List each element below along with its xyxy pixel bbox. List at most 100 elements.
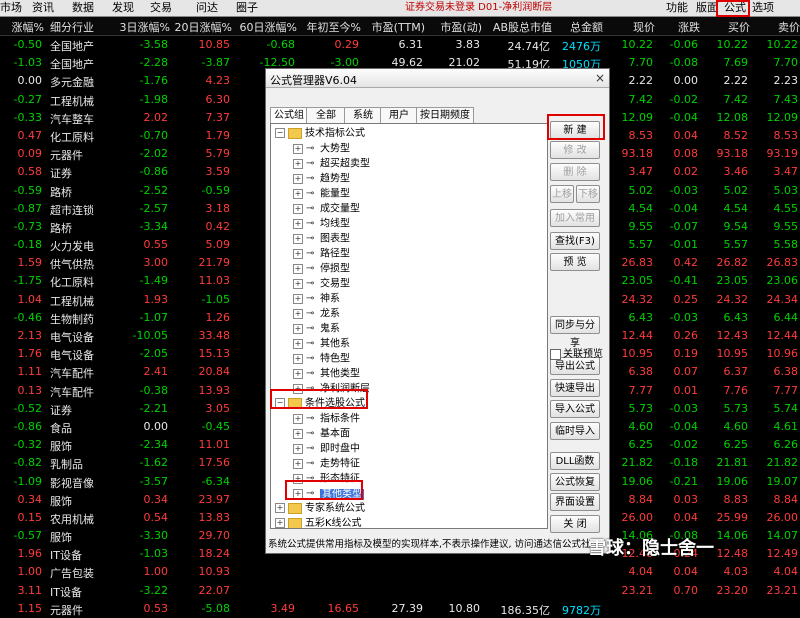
expand-icon[interactable]: + xyxy=(293,233,303,244)
button-16[interactable]: 关 闭 xyxy=(550,515,600,533)
close-icon[interactable]: × xyxy=(595,71,605,85)
tree-node[interactable]: − 技术指标公式 xyxy=(275,126,365,141)
expand-icon[interactable]: + xyxy=(293,263,303,274)
tab-0[interactable]: 公式组 xyxy=(270,107,308,124)
expand-icon[interactable]: + xyxy=(293,413,303,424)
expand-icon[interactable]: + xyxy=(293,323,303,334)
table-row[interactable]: -0.50 全国地产 -3.58 10.85 -0.68 0.29 6.31 3.83 24.7… xyxy=(0,36,800,54)
tab-4[interactable]: 按日期频度 xyxy=(416,107,474,123)
checkbox-icon[interactable] xyxy=(550,348,561,360)
tree-node[interactable]: + ⊸ 鬼系 xyxy=(293,321,340,336)
column-header[interactable]: 卖价 xyxy=(740,19,800,35)
column-header[interactable]: 细分行业 xyxy=(50,19,94,35)
expand-icon[interactable]: + xyxy=(293,353,303,364)
button-11[interactable]: 导入公式 xyxy=(550,400,600,418)
tab-3[interactable]: 用户 xyxy=(380,107,418,123)
tree-node[interactable]: + ⊸ 走势特征 xyxy=(293,456,360,471)
menu-item-right[interactable]: 选项 xyxy=(752,1,774,15)
tree-node[interactable]: + ⊸ 即时盘中 xyxy=(293,441,360,456)
column-header[interactable]: 3日涨幅% xyxy=(110,19,170,35)
tree-node[interactable]: + ⊸ 其他类型 xyxy=(293,366,360,381)
expand-icon[interactable]: + xyxy=(293,248,303,259)
tree-node[interactable]: + ⊸ 图表型 xyxy=(293,231,350,246)
button-1[interactable]: 修 改 xyxy=(550,141,600,159)
tree-node[interactable]: + ⊸ 大势型 xyxy=(293,141,350,156)
column-header[interactable]: 市盈(TTM) xyxy=(365,19,425,35)
tree-node[interactable]: + ⊸ 龙系 xyxy=(293,306,340,321)
column-header[interactable]: 涨幅% xyxy=(0,19,44,35)
formula-tree[interactable]: − 技术指标公式 + ⊸ 大势型 + ⊸ 超买超卖型 + ⊸ 趋势型 + ⊸ 能量型 + ⊸ 成交量型 + ⊸ 均线型… xyxy=(270,123,548,529)
expand-icon[interactable]: + xyxy=(293,308,303,319)
tree-node[interactable]: + ⊸ 能量型 xyxy=(293,186,350,201)
column-header[interactable]: 总金额 xyxy=(543,19,603,35)
tree-node[interactable]: + ⊸ 神系 xyxy=(293,291,340,306)
table-row[interactable]: 1.00 广告包装 1.00 10.93 4.04 0.04 4.03 4.04 xyxy=(0,563,800,581)
tree-node[interactable]: + ⊸ 交易型 xyxy=(293,276,350,291)
button-10[interactable]: 快速导出 xyxy=(550,379,600,397)
expand-icon[interactable]: + xyxy=(293,143,303,154)
expand-icon[interactable]: + xyxy=(275,503,285,513)
expand-icon[interactable]: + xyxy=(293,173,303,184)
tree-node-label: 趋势型 xyxy=(320,173,350,185)
menu-item-right[interactable]: 功能 xyxy=(666,1,688,15)
expand-icon[interactable]: + xyxy=(293,443,303,454)
expand-icon[interactable]: + xyxy=(293,218,303,229)
tree-node[interactable]: + ⊸ 路径型 xyxy=(293,246,350,261)
button-5[interactable]: 加入常用 xyxy=(550,209,600,227)
tree-node[interactable]: + ⊸ 指标条件 xyxy=(293,411,360,426)
expand-icon[interactable]: + xyxy=(293,188,303,199)
table-cell: 19.07 xyxy=(766,474,799,488)
menu-item[interactable]: 圈子 xyxy=(236,1,258,15)
button-4[interactable]: 下移 xyxy=(576,185,600,203)
expand-icon[interactable]: + xyxy=(293,293,303,304)
key-icon: ⊸ xyxy=(306,428,315,439)
button-15[interactable]: 界面设置 xyxy=(550,493,600,511)
expand-icon[interactable]: + xyxy=(293,368,303,379)
expand-icon[interactable]: + xyxy=(293,428,303,439)
column-header[interactable]: 市盈(动) xyxy=(422,19,482,35)
expand-icon[interactable]: + xyxy=(293,338,303,349)
collapse-icon[interactable]: − xyxy=(275,128,285,138)
expand-icon[interactable]: + xyxy=(293,203,303,214)
expand-icon[interactable]: + xyxy=(293,458,303,469)
button-8[interactable]: 同步与分享 xyxy=(550,316,600,349)
tree-node[interactable]: + ⊸ 其他系 xyxy=(293,336,350,351)
button-12[interactable]: 临时导入 xyxy=(550,422,600,440)
button-3[interactable]: 上移 xyxy=(550,185,574,203)
menu-item[interactable]: 市场 xyxy=(0,1,22,15)
tree-node[interactable]: + ⊸ 基本面 xyxy=(293,426,350,441)
menu-item[interactable]: 发现 xyxy=(112,1,134,15)
expand-icon[interactable]: + xyxy=(293,158,303,169)
tree-node[interactable]: + ⊸ 成交量型 xyxy=(293,201,360,216)
button-2[interactable]: 删 除 xyxy=(550,163,600,181)
table-row[interactable]: 1.15 元器件 0.53 -5.08 3.49 16.65 27.39 10.80 186.3… xyxy=(0,600,800,618)
tree-node[interactable]: + ⊸ 超买超卖型 xyxy=(293,156,370,171)
menu-item[interactable]: 资讯 xyxy=(32,1,54,15)
column-header[interactable]: 年初至今% xyxy=(301,19,361,35)
button-6[interactable]: 查找(F3) xyxy=(550,232,600,250)
menu-item[interactable]: 交易 xyxy=(150,1,172,15)
tab-2[interactable]: 系统 xyxy=(344,107,382,123)
table-cell: -1.62 xyxy=(139,456,168,470)
expand-icon[interactable]: + xyxy=(293,278,303,289)
tree-node[interactable]: + ⊸ 均线型 xyxy=(293,216,350,231)
expand-icon[interactable]: + xyxy=(275,518,285,528)
tree-node[interactable]: + 五彩K线公式 xyxy=(275,516,362,528)
dialog-titlebar[interactable]: 公式管理器V6.04 × xyxy=(266,69,609,88)
tree-node[interactable]: + ⊸ 特色型 xyxy=(293,351,350,366)
tree-node[interactable]: + ⊸ 停损型 xyxy=(293,261,350,276)
menu-item[interactable]: 问达 xyxy=(196,1,218,15)
table-row[interactable]: 3.11 IT设备 -3.22 22.07 23.21 0.70 23.20 23.21 xyxy=(0,582,800,600)
linked-preview-checkbox[interactable]: 关联预览 xyxy=(550,345,603,360)
menu-item[interactable]: 数据 xyxy=(72,1,94,15)
column-header[interactable]: 60日涨幅% xyxy=(237,19,297,35)
button-14[interactable]: 公式恢复 xyxy=(550,473,600,491)
tree-node[interactable]: + 专家系统公式 xyxy=(275,501,365,516)
tab-1[interactable]: 全部 xyxy=(306,107,346,123)
column-header[interactable]: 20日涨幅% xyxy=(172,19,232,35)
table-cell: 1.11 xyxy=(17,365,43,379)
button-7[interactable]: 预 览 xyxy=(550,253,600,271)
menu-item-right[interactable]: 版面 xyxy=(696,1,718,15)
button-13[interactable]: DLL函数 xyxy=(550,452,600,470)
tree-node[interactable]: + ⊸ 趋势型 xyxy=(293,171,350,186)
